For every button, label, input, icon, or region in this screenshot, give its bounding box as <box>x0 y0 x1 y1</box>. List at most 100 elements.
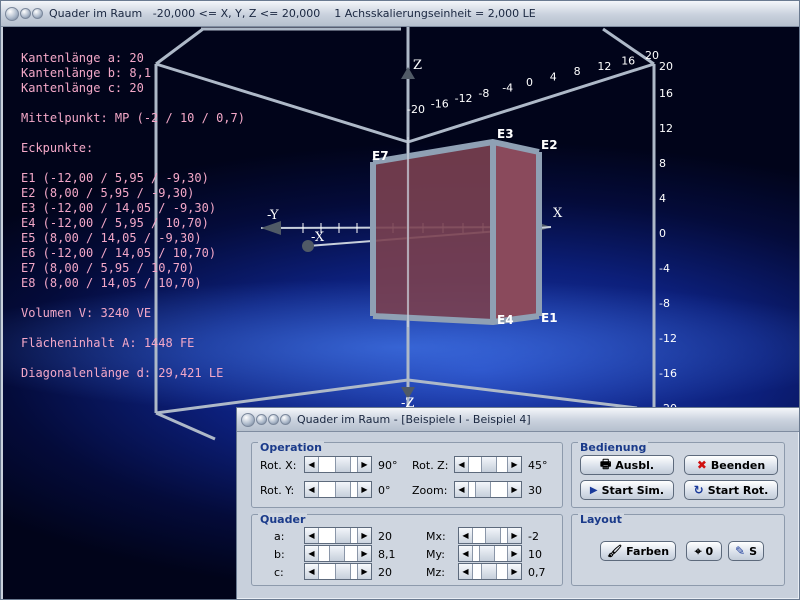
c-label: c: <box>274 566 284 579</box>
rotate-icon: ↻ <box>693 483 704 497</box>
slider-left-arrow-icon[interactable]: ◀ <box>305 546 319 561</box>
edge-length-b: Kantenlänge b: 8,1 <box>21 66 152 80</box>
start-rot-button[interactable]: ↻ Start Rot. <box>684 480 778 500</box>
quader-group-title: Quader <box>258 513 308 526</box>
slider-thumb[interactable] <box>475 482 491 497</box>
main-titlebar[interactable]: Quader im Raum -20,000 <= X, Y, Z <= 20,… <box>1 1 799 27</box>
s-button[interactable]: ✎ S <box>728 541 764 561</box>
a-value: 20 <box>378 530 392 543</box>
x-axis-label: X <box>553 206 563 221</box>
frame-edge <box>155 411 216 441</box>
corner-e7: E7 (8,00 / 5,95 / 10,70) <box>21 261 195 275</box>
slider-right-arrow-icon[interactable]: ▶ <box>357 564 371 579</box>
b-slider[interactable]: ◀ ▶ <box>304 545 372 562</box>
frame-edge <box>407 378 638 410</box>
start-sim-button[interactable]: ▶ Start Sim. <box>580 480 674 500</box>
corner-label-e3: E3 <box>497 127 514 141</box>
slider-thumb[interactable] <box>335 457 351 472</box>
mx-label: Mx: <box>426 530 446 543</box>
reset-zero-button-label: 0 <box>705 544 714 558</box>
slider-left-arrow-icon[interactable]: ◀ <box>455 482 469 497</box>
y-scale-label: -12 <box>455 92 473 105</box>
slider-thumb[interactable] <box>481 564 497 579</box>
close-icon: ✖ <box>696 458 707 472</box>
rot-x-label: Rot. X: <box>260 459 297 472</box>
slider-right-arrow-icon[interactable]: ▶ <box>357 528 371 543</box>
slider-left-arrow-icon[interactable]: ◀ <box>305 564 319 579</box>
cuboid-side-face <box>493 142 539 322</box>
slider-left-arrow-icon[interactable]: ◀ <box>459 564 473 579</box>
dialog-control-buttons <box>237 412 291 427</box>
slider-right-arrow-icon[interactable]: ▶ <box>357 457 371 472</box>
minimize-button[interactable] <box>20 8 31 19</box>
slider-right-arrow-icon[interactable]: ▶ <box>507 564 521 579</box>
a-slider[interactable]: ◀ ▶ <box>304 527 372 544</box>
reset-zero-button[interactable]: ⌖ 0 <box>686 541 722 561</box>
slider-left-arrow-icon[interactable]: ◀ <box>459 528 473 543</box>
slider-right-arrow-icon[interactable]: ▶ <box>357 482 371 497</box>
midpoint-text: Mittelpunkt: MP (-2 / 10 / 0,7) <box>21 111 245 125</box>
corner-label-e7: E7 <box>372 149 389 163</box>
slider-thumb[interactable] <box>335 528 351 543</box>
corners-heading: Eckpunkte: <box>21 141 94 155</box>
slider-right-arrow-icon[interactable]: ▶ <box>507 457 521 472</box>
beenden-button[interactable]: ✖ Beenden <box>684 455 778 475</box>
bedienung-group-title: Bedienung <box>578 441 649 454</box>
zoom-slider[interactable]: ◀ ▶ <box>454 481 522 498</box>
slider-thumb[interactable] <box>481 457 497 472</box>
window-menu-button[interactable] <box>5 6 19 21</box>
vertical-scale-label: 16 <box>659 87 673 100</box>
farben-button[interactable]: 🖌 Farben <box>600 541 676 561</box>
slider-thumb[interactable] <box>329 546 345 561</box>
c-slider[interactable]: ◀ ▶ <box>304 563 372 580</box>
rot-x-slider[interactable]: ◀ ▶ <box>304 456 372 473</box>
corner-e2: E2 (8,00 / 5,95 / -9,30) <box>21 186 195 200</box>
slider-right-arrow-icon[interactable]: ▶ <box>507 546 521 561</box>
y-scale-label: 16 <box>621 54 635 67</box>
y-scale-label: 0 <box>526 76 533 89</box>
slider-left-arrow-icon[interactable]: ◀ <box>455 457 469 472</box>
slider-thumb[interactable] <box>485 528 501 543</box>
dialog-close-button[interactable] <box>280 414 291 425</box>
quader-group: Quader a: ◀ ▶ 20 b: ◀ ▶ 8,1 c: ◀ ▶ 20 Mx… <box>251 513 563 586</box>
slider-left-arrow-icon[interactable]: ◀ <box>459 546 473 561</box>
dialog-minimize-button[interactable] <box>256 414 267 425</box>
mx-slider[interactable]: ◀ ▶ <box>458 527 522 544</box>
slider-left-arrow-icon[interactable]: ◀ <box>305 528 319 543</box>
rot-z-value: 45° <box>528 459 548 472</box>
rot-z-slider[interactable]: ◀ ▶ <box>454 456 522 473</box>
ausbl-button[interactable]: 🖶 Ausbl. <box>580 455 674 475</box>
slider-right-arrow-icon[interactable]: ▶ <box>507 528 521 543</box>
dialog-menu-button[interactable] <box>241 412 255 427</box>
vertical-scale-label: 4 <box>659 192 666 205</box>
slider-left-arrow-icon[interactable]: ◀ <box>305 457 319 472</box>
b-value: 8,1 <box>378 548 396 561</box>
bedienung-group: Bedienung 🖶 Ausbl. ✖ Beenden ▶ Start Sim… <box>571 441 785 508</box>
volume-text: Volumen V: 3240 VE <box>21 306 152 320</box>
mz-slider[interactable]: ◀ ▶ <box>458 563 522 580</box>
y-scale-label: -8 <box>478 87 489 100</box>
vertical-scale-label: 12 <box>659 122 673 135</box>
slider-thumb[interactable] <box>335 482 351 497</box>
slider-right-arrow-icon[interactable]: ▶ <box>507 482 521 497</box>
slider-left-arrow-icon[interactable]: ◀ <box>305 482 319 497</box>
my-slider[interactable]: ◀ ▶ <box>458 545 522 562</box>
dialog-maximize-button[interactable] <box>268 414 279 425</box>
operation-group-title: Operation <box>258 441 324 454</box>
corner-label-e2: E2 <box>541 138 558 152</box>
rot-y-value: 0° <box>378 484 391 497</box>
maximize-button[interactable] <box>32 8 43 19</box>
a-label: a: <box>274 530 285 543</box>
y-scale-label: 8 <box>574 65 581 78</box>
slider-thumb[interactable] <box>335 564 351 579</box>
eraser-icon: ✎ <box>735 544 746 558</box>
beenden-button-label: Beenden <box>710 458 766 472</box>
slider-right-arrow-icon[interactable]: ▶ <box>357 546 371 561</box>
rot-y-slider[interactable]: ◀ ▶ <box>304 481 372 498</box>
slider-thumb[interactable] <box>479 546 495 561</box>
ausbl-button-label: Ausbl. <box>615 458 655 472</box>
y-scale: -20 -16 -12 -8 -4 0 4 8 12 16 20 <box>407 49 659 116</box>
dialog-titlebar[interactable]: Quader im Raum - [Beispiele I - Beispiel… <box>237 408 799 432</box>
vertical-scale-label: 0 <box>659 227 666 240</box>
neg-y-arrow <box>261 221 281 235</box>
